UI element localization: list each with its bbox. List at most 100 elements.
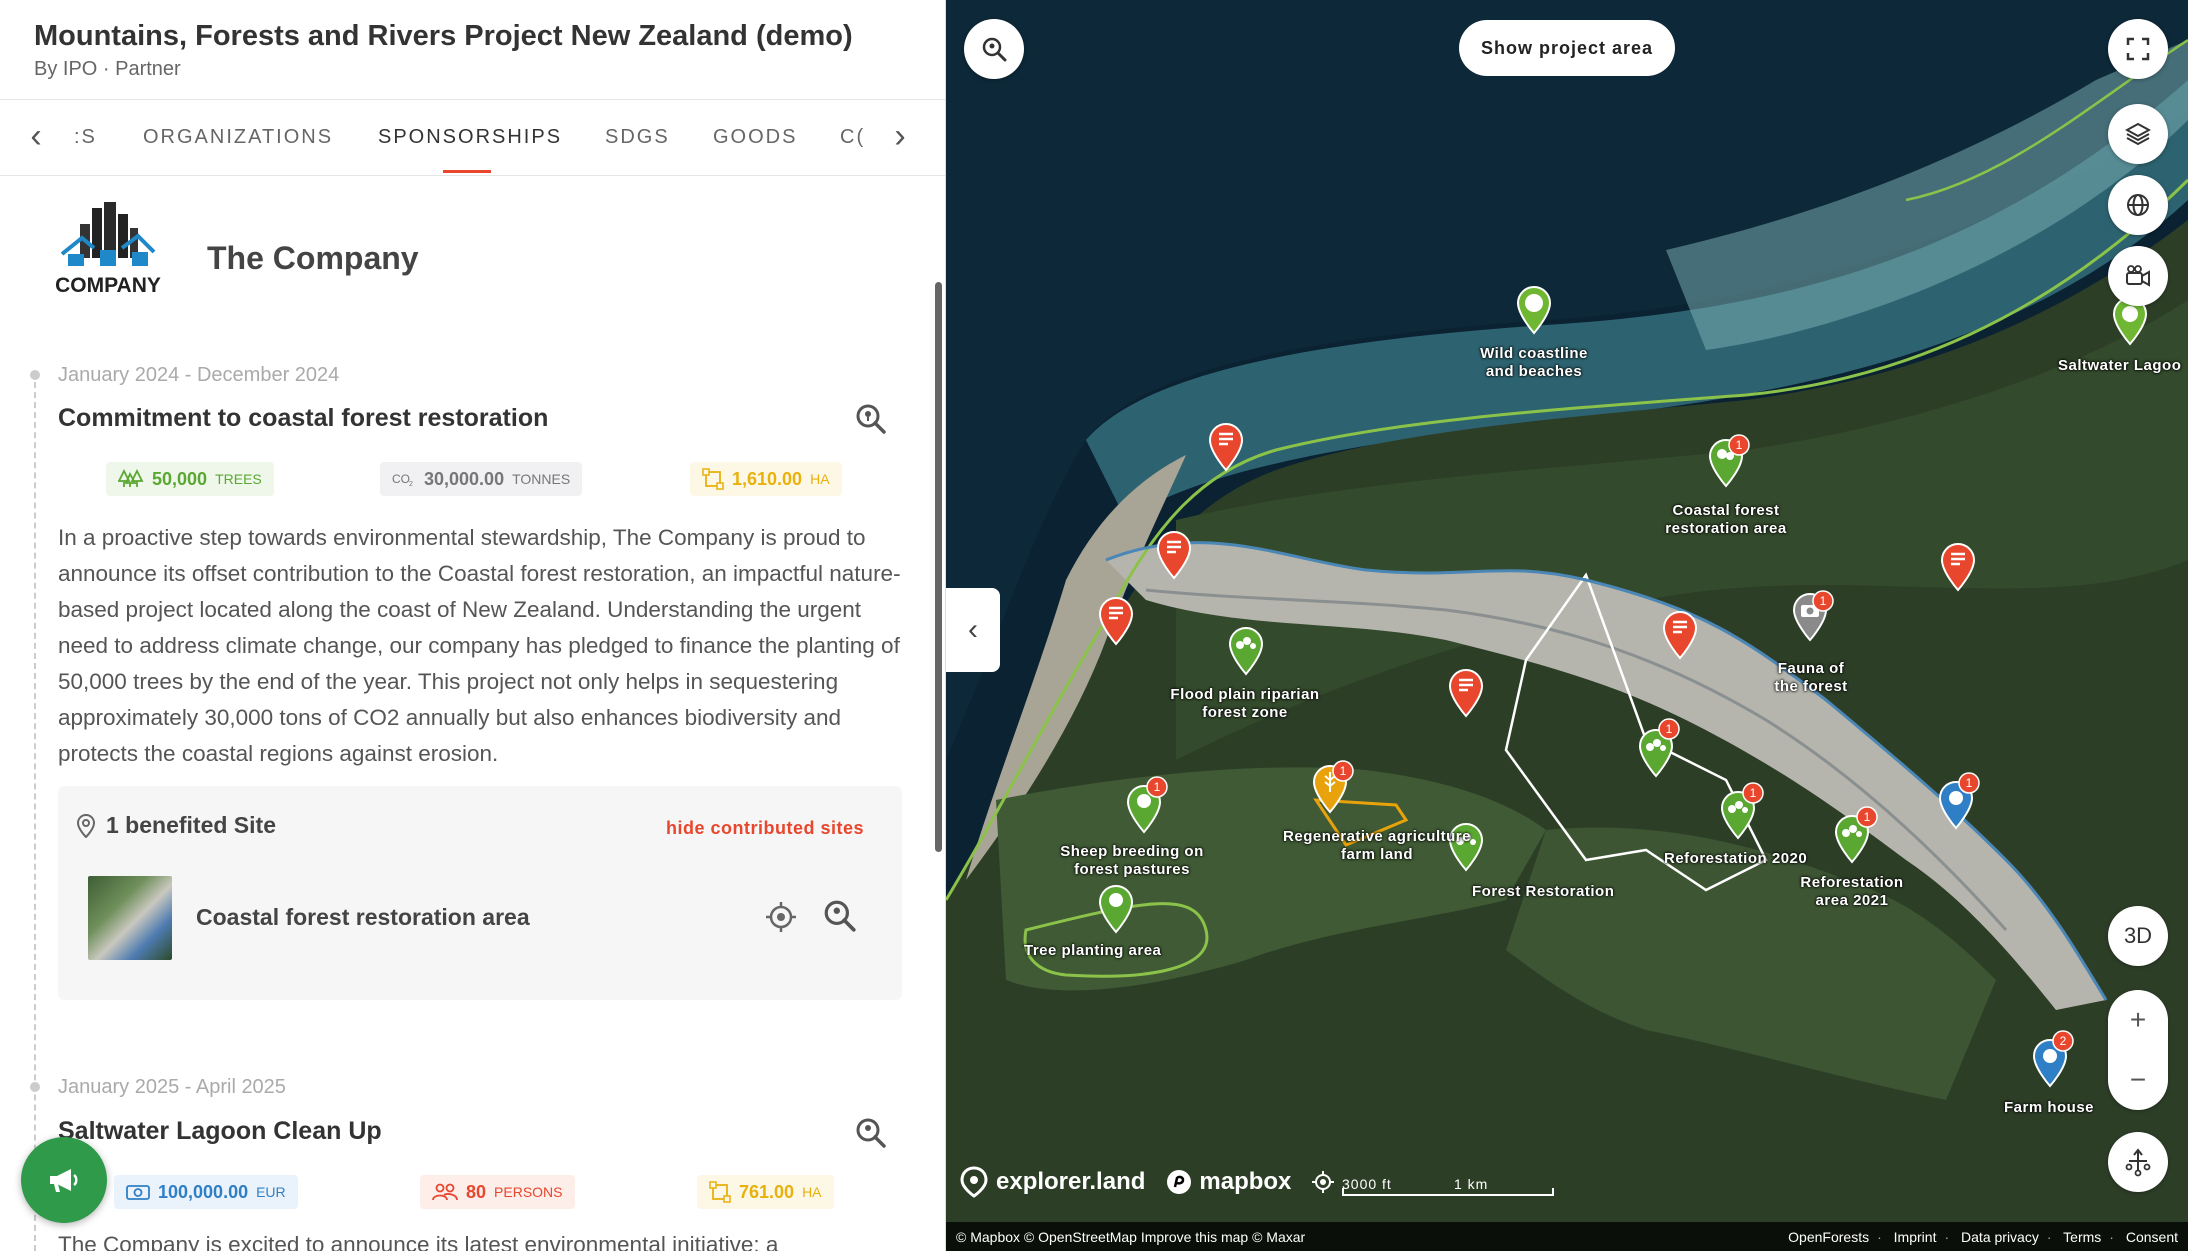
explorer-land-logo-icon — [960, 1166, 988, 1198]
geolocate-icon[interactable] — [1311, 1170, 1335, 1194]
marker-count-badge: 1 — [1742, 782, 1764, 804]
project-title: Mountains, Forests and Rivers Project Ne… — [34, 20, 853, 52]
compass-button[interactable] — [2108, 1132, 2168, 1192]
tab-partial-left[interactable]: :S — [74, 126, 97, 149]
map-marker-wild-coastline[interactable] — [1514, 285, 1554, 335]
area-icon — [702, 468, 724, 490]
map-search-button[interactable] — [964, 19, 1024, 79]
locate-site-icon[interactable] — [764, 900, 798, 934]
svg-text:1: 1 — [1736, 438, 1743, 452]
globe-icon — [2127, 194, 2149, 216]
stat-money: 100,000.00 EUR — [114, 1175, 298, 1209]
mapbox-brand[interactable]: mapbox — [1199, 1168, 1291, 1196]
svg-text:1: 1 — [1666, 722, 1673, 736]
marker-count-badge: 1 — [1332, 760, 1354, 782]
map-view[interactable]: 1 1 1 1 1 1 1 1 2 Wild coastline and bea… — [946, 0, 2188, 1251]
map-marker-report[interactable] — [1096, 596, 1136, 646]
stat-value: 80 — [466, 1181, 487, 1202]
map-attribution[interactable]: © Mapbox © OpenStreetMap Improve this ma… — [956, 1229, 1305, 1245]
site-thumbnail[interactable] — [88, 876, 172, 960]
zoom-in-button[interactable]: + — [2108, 990, 2168, 1050]
stat-unit: TONNES — [512, 471, 571, 487]
map-label[interactable]: Wild coastline and beaches — [1464, 345, 1604, 381]
map-label[interactable]: Fauna of the forest — [1766, 660, 1856, 696]
footer-link-terms[interactable]: Terms — [2063, 1229, 2101, 1245]
layers-button[interactable] — [2108, 104, 2168, 164]
footer-link-openforests[interactable]: OpenForests — [1788, 1229, 1869, 1245]
svg-text:1: 1 — [1864, 810, 1871, 824]
map-label[interactable]: Reforestation 2020 — [1664, 850, 1807, 868]
map-label[interactable]: Flood plain riparian forest zone — [1164, 686, 1326, 722]
entry-title: Saltwater Lagoon Clean Up — [58, 1117, 382, 1145]
layers-icon — [2125, 122, 2151, 146]
tab-organizations[interactable]: ORGANIZATIONS — [143, 126, 333, 149]
map-marker-report[interactable] — [1938, 542, 1978, 592]
map-label[interactable]: Farm house — [2004, 1099, 2094, 1117]
company-logo-text: COMPANY — [55, 274, 161, 297]
footer-link-consent[interactable]: Consent — [2126, 1229, 2178, 1245]
show-project-area-button[interactable]: Show project area — [1459, 20, 1675, 76]
zoom-to-site-icon[interactable] — [822, 898, 858, 934]
benefited-sites-header: 1 benefited Site — [106, 812, 276, 838]
tabs-next-arrow-icon[interactable]: › — [882, 118, 918, 158]
globe-button[interactable] — [2108, 175, 2168, 235]
collapse-panel-button[interactable]: ‹ — [946, 588, 1000, 672]
hide-contributed-sites-link[interactable]: hide contributed sites — [666, 818, 864, 839]
tab-partial-right[interactable]: C( — [840, 126, 865, 149]
zoom-location-icon — [982, 37, 1007, 62]
stat-unit: EUR — [256, 1184, 286, 1200]
tabs-prev-arrow-icon[interactable]: ‹ — [18, 118, 54, 158]
map-marker-report[interactable] — [1154, 530, 1194, 580]
map-marker-report[interactable] — [1660, 610, 1700, 660]
footer-link-data-privacy[interactable]: Data privacy — [1961, 1229, 2039, 1245]
entry-description: In a proactive step towards environmenta… — [58, 525, 901, 766]
marker-count-badge: 1 — [1812, 590, 1834, 612]
timeline-dot — [30, 1082, 40, 1092]
map-label[interactable]: Coastal forest restoration area — [1654, 502, 1798, 538]
announcement-button[interactable] — [21, 1137, 107, 1223]
map-label[interactable]: Saltwater Lagoo — [2058, 357, 2181, 375]
toggle-3d-button[interactable]: 3D — [2108, 906, 2168, 966]
svg-text:1: 1 — [1966, 776, 1973, 790]
marker-count-badge: 1 — [1958, 772, 1980, 794]
zoom-to-location-icon[interactable] — [854, 402, 888, 436]
scale-bar — [1342, 1188, 1554, 1196]
site-name[interactable]: Coastal forest restoration area — [196, 904, 530, 931]
stat-unit: HA — [810, 471, 830, 487]
footer-link-imprint[interactable]: Imprint — [1894, 1229, 1937, 1245]
map-label[interactable]: Regenerative agriculture farm land — [1282, 828, 1472, 864]
tab-bar: ‹ :S ORGANIZATIONS SPONSORSHIPS SDGS GOO… — [0, 100, 945, 176]
stat-area: 761.00 HA — [697, 1175, 834, 1209]
map-label[interactable]: Sheep breeding on forest pastures — [1050, 843, 1214, 879]
media-button[interactable] — [2108, 246, 2168, 306]
zoom-to-location-icon[interactable] — [854, 1116, 888, 1150]
marker-count-badge: 2 — [2052, 1030, 2074, 1052]
map-label[interactable]: Forest Restoration — [1472, 883, 1614, 901]
stat-value: 1,610.00 — [732, 468, 803, 489]
explorer-land-brand[interactable]: explorer.land — [996, 1168, 1145, 1196]
video-camera-icon — [2126, 265, 2150, 287]
side-panel: Mountains, Forests and Rivers Project Ne… — [0, 0, 946, 1251]
fullscreen-button[interactable] — [2108, 19, 2168, 79]
tab-sdgs[interactable]: SDGS — [605, 126, 670, 149]
marker-count-badge: 1 — [1146, 776, 1168, 798]
svg-text:2: 2 — [2060, 1034, 2067, 1048]
svg-text:1: 1 — [1154, 780, 1161, 794]
area-icon — [709, 1181, 731, 1203]
svg-text:1: 1 — [1340, 764, 1347, 778]
persons-icon — [432, 1183, 458, 1201]
map-marker-flood-plain[interactable] — [1226, 626, 1266, 676]
zoom-controls: + − — [2108, 990, 2168, 1110]
map-label[interactable]: Reforestation area 2021 — [1794, 874, 1910, 910]
map-label[interactable]: Tree planting area — [1024, 942, 1161, 960]
zoom-out-button[interactable]: − — [2108, 1050, 2168, 1110]
tab-goods[interactable]: GOODS — [713, 126, 797, 149]
map-brand-logos: explorer.land mapbox — [960, 1166, 1335, 1198]
panel-scrollbar[interactable] — [935, 282, 942, 852]
map-marker-report[interactable] — [1446, 668, 1486, 718]
tab-sponsorships[interactable]: SPONSORSHIPS — [378, 126, 562, 149]
map-marker-tree-planting[interactable] — [1096, 884, 1136, 934]
map-marker-report[interactable] — [1206, 422, 1246, 472]
mapbox-logo-icon — [1167, 1170, 1192, 1194]
stat-area: 1,610.00 HA — [690, 462, 842, 496]
